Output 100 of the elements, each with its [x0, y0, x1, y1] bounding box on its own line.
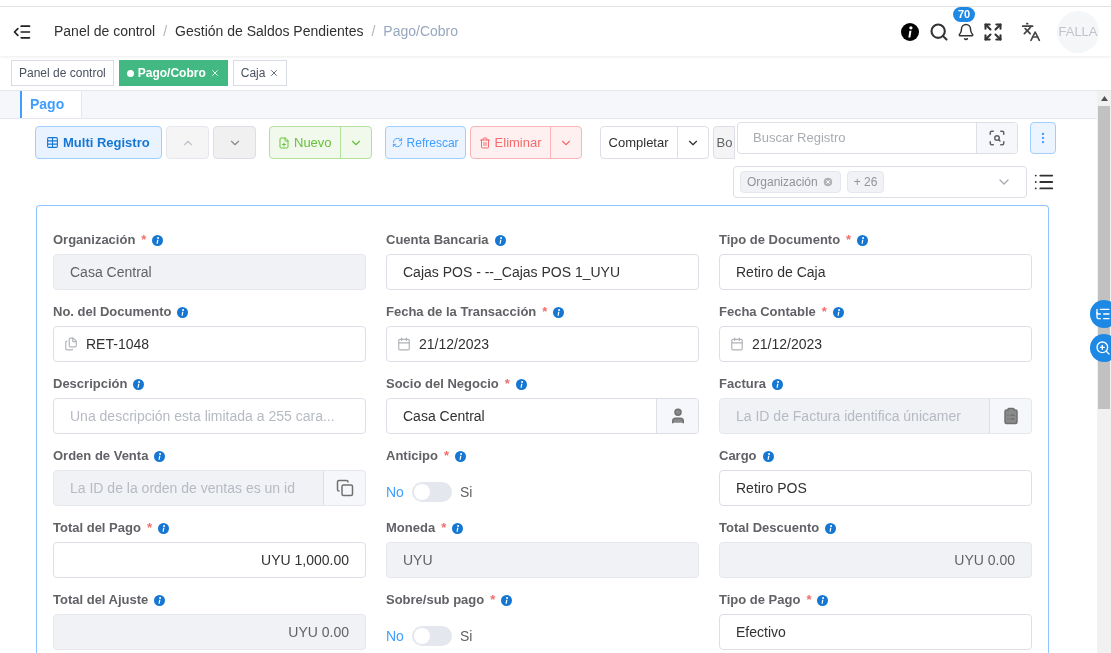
field-value: UYU 1,000.00: [261, 550, 349, 570]
breadcrumb-item[interactable]: Panel de control: [54, 21, 156, 42]
field-label: Anticipo: [386, 447, 438, 466]
clipboard-icon: [1001, 407, 1020, 425]
info-icon: [154, 450, 166, 462]
lookup-button[interactable]: [656, 399, 698, 433]
breadcrumb-item[interactable]: Gestión de Saldos Pendientes: [175, 21, 364, 42]
field-value: Efectivo: [736, 622, 786, 642]
input-field[interactable]: 21/12/2023: [719, 326, 1032, 362]
required-mark: *: [490, 591, 496, 610]
multi-record-button[interactable]: Multi Registro: [35, 126, 162, 159]
info-icon: [832, 306, 844, 318]
close-icon[interactable]: [269, 68, 280, 78]
field-placeholder: La ID de Factura identifica únicamer: [736, 406, 961, 426]
tree-list-icon: [1095, 306, 1111, 322]
info-icon: [157, 522, 169, 534]
input-field[interactable]: 21/12/2023: [386, 326, 699, 362]
required-mark: *: [504, 375, 510, 394]
toggle-switch[interactable]: [411, 482, 452, 502]
input-field[interactable]: RET-1048: [53, 326, 366, 362]
filter-tag: + 26: [846, 171, 885, 193]
toolbar-button[interactable]: Bo: [712, 126, 735, 159]
field-value: 21/12/2023: [752, 334, 823, 354]
breadcrumb-separator: /: [163, 22, 168, 41]
info-icon: [771, 378, 783, 390]
field-label: Socio del Negocio: [386, 375, 499, 394]
field-label: Sobre/sub pago: [386, 591, 485, 610]
info-icon: [154, 594, 166, 606]
info-icon: [494, 234, 506, 246]
toggle-label: Si: [459, 482, 473, 502]
toggle-switch[interactable]: [411, 626, 452, 646]
required-mark: *: [821, 303, 827, 322]
field-value: Casa Central: [70, 262, 152, 282]
field-value: Casa Central: [403, 406, 485, 426]
field-label: Total Descuento: [719, 519, 820, 538]
search-icon: [988, 129, 1006, 147]
field-value: Retiro POS: [736, 478, 807, 498]
info-icon: [177, 306, 189, 318]
input-field[interactable]: Cajas POS - --_Cajas POS 1_UYU: [386, 254, 699, 290]
info-icon: [825, 522, 837, 534]
info-icon: [152, 234, 164, 246]
document-icon: [64, 337, 78, 351]
field-label: Tipo de Pago: [719, 591, 801, 610]
required-mark: *: [141, 231, 147, 250]
input-field[interactable]: Retiro POS: [719, 470, 1032, 506]
field-label: Descripción: [53, 375, 128, 394]
required-mark: *: [441, 519, 447, 538]
input-field[interactable]: UYU 1,000.00: [53, 542, 366, 578]
info-icon: [455, 450, 467, 462]
bell-icon[interactable]: [957, 22, 975, 41]
info-icon[interactable]: [901, 22, 919, 41]
complete-button[interactable]: Completar: [600, 127, 677, 158]
translate-icon[interactable]: [1021, 21, 1041, 42]
required-mark: *: [542, 303, 548, 322]
field-value: UYU 0.00: [288, 622, 349, 642]
zoom-in-icon: [1095, 340, 1111, 356]
info-icon: [133, 378, 145, 390]
field-value: 21/12/2023: [419, 334, 490, 354]
input-field[interactable]: Efectivo: [719, 614, 1032, 650]
search-button[interactable]: [976, 123, 1017, 153]
zoom-button[interactable]: [1090, 334, 1111, 362]
calendar-icon: [397, 337, 411, 351]
input-field[interactable]: Retiro de Caja: [719, 254, 1032, 290]
page-tab[interactable]: Panel de control: [11, 60, 114, 86]
field-label: Orden de Venta: [53, 447, 149, 466]
lookup-field[interactable]: Casa Central: [386, 398, 699, 434]
fullscreen-icon[interactable]: [983, 21, 1003, 42]
field-label: Total del Pago: [53, 519, 141, 538]
field-label: No. del Documento: [53, 303, 172, 322]
field-label: Fecha Contable: [719, 303, 816, 322]
field-label: Total del Ajuste: [53, 591, 149, 610]
field-placeholder: Una descripción esta limitada a 255 cara...: [70, 406, 335, 426]
field-value: RET-1048: [86, 334, 150, 354]
search-icon[interactable]: [929, 21, 949, 42]
field-label: Cargo: [719, 447, 757, 466]
tree-view-button[interactable]: [1090, 300, 1111, 328]
toggle-label: Si: [459, 626, 473, 646]
field-value: UYU: [403, 550, 433, 570]
calendar-icon: [730, 337, 744, 351]
scroll-up-icon[interactable]: [1100, 96, 1108, 101]
required-mark: *: [146, 519, 152, 538]
search-placeholder: Buscar Registro: [752, 129, 847, 147]
copy-icon: [335, 479, 354, 497]
field-placeholder: La ID de la orden de ventas es un id: [70, 478, 295, 498]
field-label: Moneda: [386, 519, 436, 538]
field-value: Cajas POS - --_Cajas POS 1_UYU: [403, 262, 621, 282]
required-mark: *: [846, 231, 852, 250]
field-label: Fecha de la Transacción: [386, 303, 537, 322]
filter-tag: Organización: [740, 171, 841, 193]
close-icon[interactable]: [209, 68, 220, 78]
required-mark: *: [444, 447, 450, 466]
info-icon: [857, 234, 869, 246]
info-icon: [762, 450, 774, 462]
field-value: Retiro de Caja: [736, 262, 826, 282]
field-value: UYU 0.00: [954, 550, 1015, 570]
file-plus-icon: [278, 136, 290, 149]
info-icon: [452, 522, 464, 534]
refresh-icon: [391, 137, 403, 148]
page-tab[interactable]: Caja: [232, 60, 288, 86]
required-mark: *: [806, 591, 812, 610]
